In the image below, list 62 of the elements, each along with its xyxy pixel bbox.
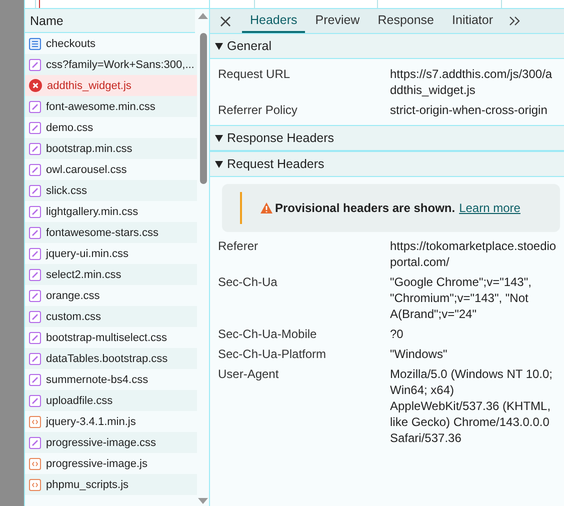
stylesheet-icon — [29, 290, 41, 302]
header-name: Referer — [218, 238, 260, 255]
script-icon — [29, 416, 41, 428]
request-name[interactable]: summernote-bs4.css — [46, 374, 148, 386]
tab[interactable]: Response — [370, 9, 442, 33]
header-name: Sec-Ch-Ua-Mobile — [218, 326, 318, 342]
stylesheet-icon — [29, 436, 41, 448]
script-icon — [29, 478, 41, 490]
request-name[interactable]: jquery-3.4.1.min.js — [46, 416, 136, 428]
stylesheet-icon — [29, 310, 41, 322]
header-value: Mozilla/5.0 (Windows NT 10.0; Win64; x64) AppleWebKit/537.36 (KHTML, like Gecko) Chrome/143.0.0.0 Safari/537.36 — [390, 366, 554, 446]
section-title: Request Headers — [227, 157, 324, 171]
request-name[interactable]: owl.carousel.css — [46, 164, 127, 176]
header-name: User-Agent — [218, 366, 280, 383]
learn-more-link[interactable]: Learn more — [459, 201, 520, 215]
header-name: Sec-Ch-Ua — [218, 274, 278, 291]
header-value: ?0 — [390, 326, 404, 342]
stylesheet-icon — [29, 100, 41, 112]
header-value: "Google Chrome";v="143", "Chromium";v="143", "Not A(Brand";v="24" — [390, 274, 532, 322]
request-name[interactable]: orange.css — [46, 290, 100, 302]
request-name[interactable]: slick.css — [46, 184, 87, 196]
request-name[interactable]: checkouts — [46, 38, 96, 50]
stylesheet-icon — [29, 226, 41, 238]
request-name[interactable]: lightgallery.min.css — [46, 206, 138, 218]
header-name: Request URL — [218, 66, 292, 83]
section-title: Response Headers — [227, 131, 334, 145]
header-value: "Windows" — [390, 346, 448, 362]
section-header[interactable]: Request Headers — [210, 152, 564, 177]
stylesheet-icon — [29, 268, 41, 280]
notice-text: Provisional headers are shown. — [275, 201, 456, 215]
stylesheet-icon — [29, 206, 41, 218]
error-icon — [29, 79, 42, 92]
section-title: General — [227, 39, 272, 53]
section-header[interactable]: General — [210, 34, 564, 59]
section-header[interactable]: Response Headers — [210, 126, 564, 151]
header-value: strict-origin-when-cross-origin — [390, 102, 548, 118]
header-name: Sec-Ch-Ua-Platform — [218, 346, 328, 362]
stylesheet-icon — [29, 248, 41, 260]
header-value: https://tokomarketplace.stoedioportal.com/ — [390, 238, 558, 270]
tab[interactable]: Initiator — [444, 9, 502, 33]
header-name: Referrer Policy — [218, 102, 298, 118]
request-name[interactable]: bootstrap-multiselect.css — [46, 332, 168, 344]
request-name[interactable]: progressive-image.js — [46, 458, 148, 470]
close-icon[interactable] — [220, 16, 231, 26]
stylesheet-icon — [29, 164, 41, 176]
stylesheet-icon — [29, 394, 41, 406]
stylesheet-icon — [29, 58, 41, 70]
stylesheet-icon — [29, 142, 41, 154]
tab[interactable]: Preview — [307, 9, 368, 33]
stylesheet-icon — [29, 184, 41, 196]
stylesheet-icon — [29, 122, 41, 134]
request-name[interactable]: custom.css — [46, 310, 102, 322]
request-name[interactable]: jquery-ui.min.css — [46, 248, 129, 260]
chevrons-icon[interactable] — [509, 16, 522, 26]
stylesheet-icon — [29, 374, 41, 386]
request-name[interactable]: demo.css — [46, 122, 94, 134]
stylesheet-icon — [29, 332, 41, 344]
stylesheet-icon — [29, 352, 41, 364]
column-header[interactable]: Name — [25, 9, 195, 33]
script-icon — [29, 458, 41, 470]
document-icon — [29, 38, 41, 50]
warning-icon — [260, 202, 273, 214]
